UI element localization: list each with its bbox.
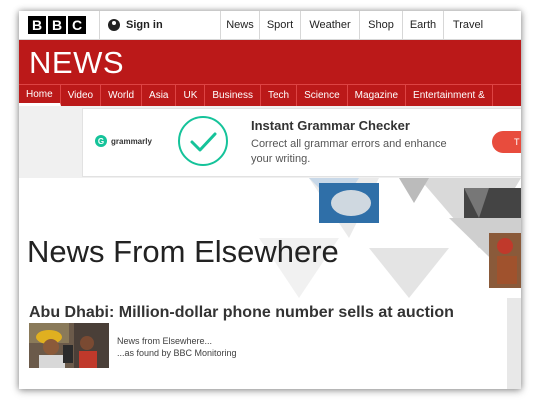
section-nav: Home Video World Asia UK Business Tech S… — [19, 84, 521, 106]
story-headline[interactable]: Abu Dhabi: Million-dollar phone number s… — [29, 304, 454, 322]
ad-area: G grammarly Instant Grammar Checker Corr… — [19, 106, 521, 178]
sign-in-button[interactable]: Sign in — [99, 11, 163, 39]
page-title: News From Elsewhere — [27, 234, 339, 269]
grammarly-logo: G grammarly — [95, 135, 152, 147]
news-header: NEWS — [19, 40, 521, 84]
section-nav-entertainment[interactable]: Entertainment & — [406, 85, 493, 106]
story-meta-source: News from Elsewhere... — [117, 336, 213, 346]
ad-title: Instant Grammar Checker — [251, 118, 410, 133]
story-thumbnail[interactable] — [29, 323, 109, 368]
top-nav-shop[interactable]: Shop — [359, 11, 402, 39]
top-nav-travel[interactable]: Travel — [443, 11, 492, 39]
bbc-logo[interactable]: B B C — [28, 16, 86, 34]
bbc-top-bar: B B C Sign in News Sport Weather Shop Ea… — [19, 11, 521, 40]
section-nav-video[interactable]: Video — [61, 85, 102, 106]
browser-frame: B B C Sign in News Sport Weather Shop Ea… — [19, 11, 521, 389]
bbc-logo-letter: B — [28, 16, 46, 34]
section-nav-world[interactable]: World — [101, 85, 143, 106]
checkmark-icon — [178, 116, 228, 166]
top-nav-sport[interactable]: Sport — [259, 11, 300, 39]
hero-banner: News From Elsewhere Abu Dhabi: Million-d… — [19, 178, 521, 321]
ad-description: Correct all grammar errors and enhance y… — [251, 138, 447, 165]
section-nav-home[interactable]: Home — [19, 85, 61, 106]
section-nav-tech[interactable]: Tech — [261, 85, 298, 106]
top-nav-weather[interactable]: Weather — [300, 11, 359, 39]
user-icon — [108, 19, 120, 31]
sidebar-panel — [507, 298, 521, 389]
top-nav: News Sport Weather Shop Earth Travel — [220, 11, 492, 39]
section-nav-business[interactable]: Business — [205, 85, 261, 106]
ad-cta-button[interactable]: T — [492, 131, 521, 153]
top-nav-earth[interactable]: Earth — [402, 11, 443, 39]
section-nav-asia[interactable]: Asia — [142, 85, 177, 106]
story-meta-credit: ...as found by BBC Monitoring — [117, 348, 237, 358]
section-nav-magazine[interactable]: Magazine — [348, 85, 407, 106]
section-nav-science[interactable]: Science — [297, 85, 348, 106]
grammarly-icon: G — [95, 135, 107, 147]
news-logo[interactable]: NEWS — [29, 45, 124, 81]
section-nav-uk[interactable]: UK — [176, 85, 206, 106]
bbc-logo-letter: B — [48, 16, 66, 34]
sign-in-label: Sign in — [126, 19, 163, 31]
grammarly-brand: grammarly — [111, 136, 152, 146]
top-nav-news[interactable]: News — [220, 11, 259, 39]
grammarly-ad[interactable]: G grammarly Instant Grammar Checker Corr… — [82, 108, 521, 177]
bbc-logo-letter: C — [68, 16, 86, 34]
